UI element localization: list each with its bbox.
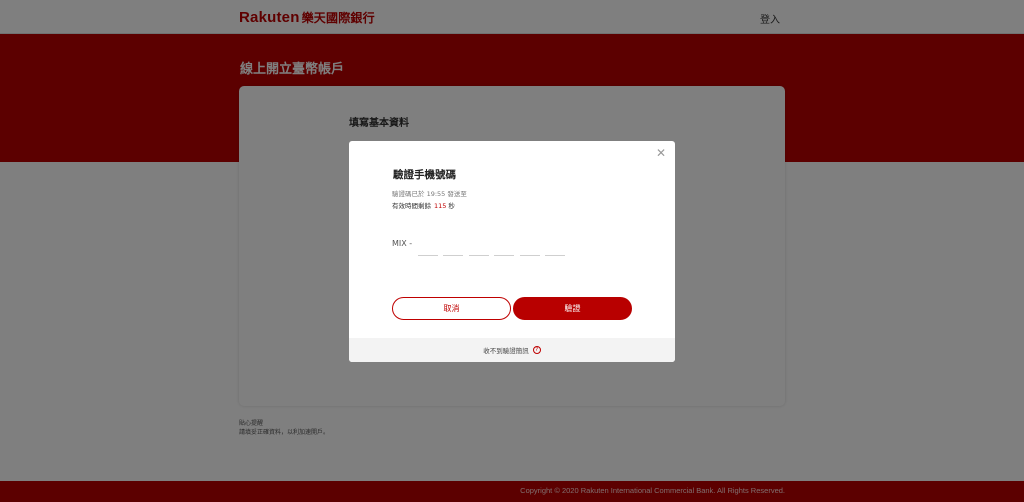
code-sent-text: 驗證碼已於 19:55 發送至 [392, 190, 467, 198]
validity-countdown: 有效時間剩餘 115 秒 [392, 200, 455, 210]
code-digit-2[interactable] [443, 242, 463, 256]
code-digit-3[interactable] [469, 242, 489, 256]
code-digit-5[interactable] [520, 242, 540, 256]
code-digit-6[interactable] [545, 242, 565, 256]
not-received-label: 收不到驗證簡訊 [483, 347, 529, 355]
cancel-button[interactable]: 取消 [392, 297, 511, 320]
modal-title: 驗證手機號碼 [393, 169, 456, 181]
code-digit-4[interactable] [494, 242, 514, 256]
validity-label: 有效時間剩餘 [392, 202, 431, 210]
code-prefix: MIX - [392, 239, 413, 248]
help-icon[interactable]: ? [532, 346, 541, 354]
close-icon[interactable]: ✕ [655, 147, 667, 159]
verify-button[interactable]: 驗證 [513, 297, 632, 320]
verify-phone-modal: ✕ 驗證手機號碼 驗證碼已於 19:55 發送至 有效時間剩餘 115 秒 MIX … [349, 141, 675, 362]
not-received-link[interactable]: 收不到驗證簡訊 ? [349, 338, 675, 362]
countdown-unit: 秒 [448, 202, 455, 210]
countdown-seconds: 115 [434, 202, 447, 210]
code-digit-1[interactable] [418, 242, 438, 256]
